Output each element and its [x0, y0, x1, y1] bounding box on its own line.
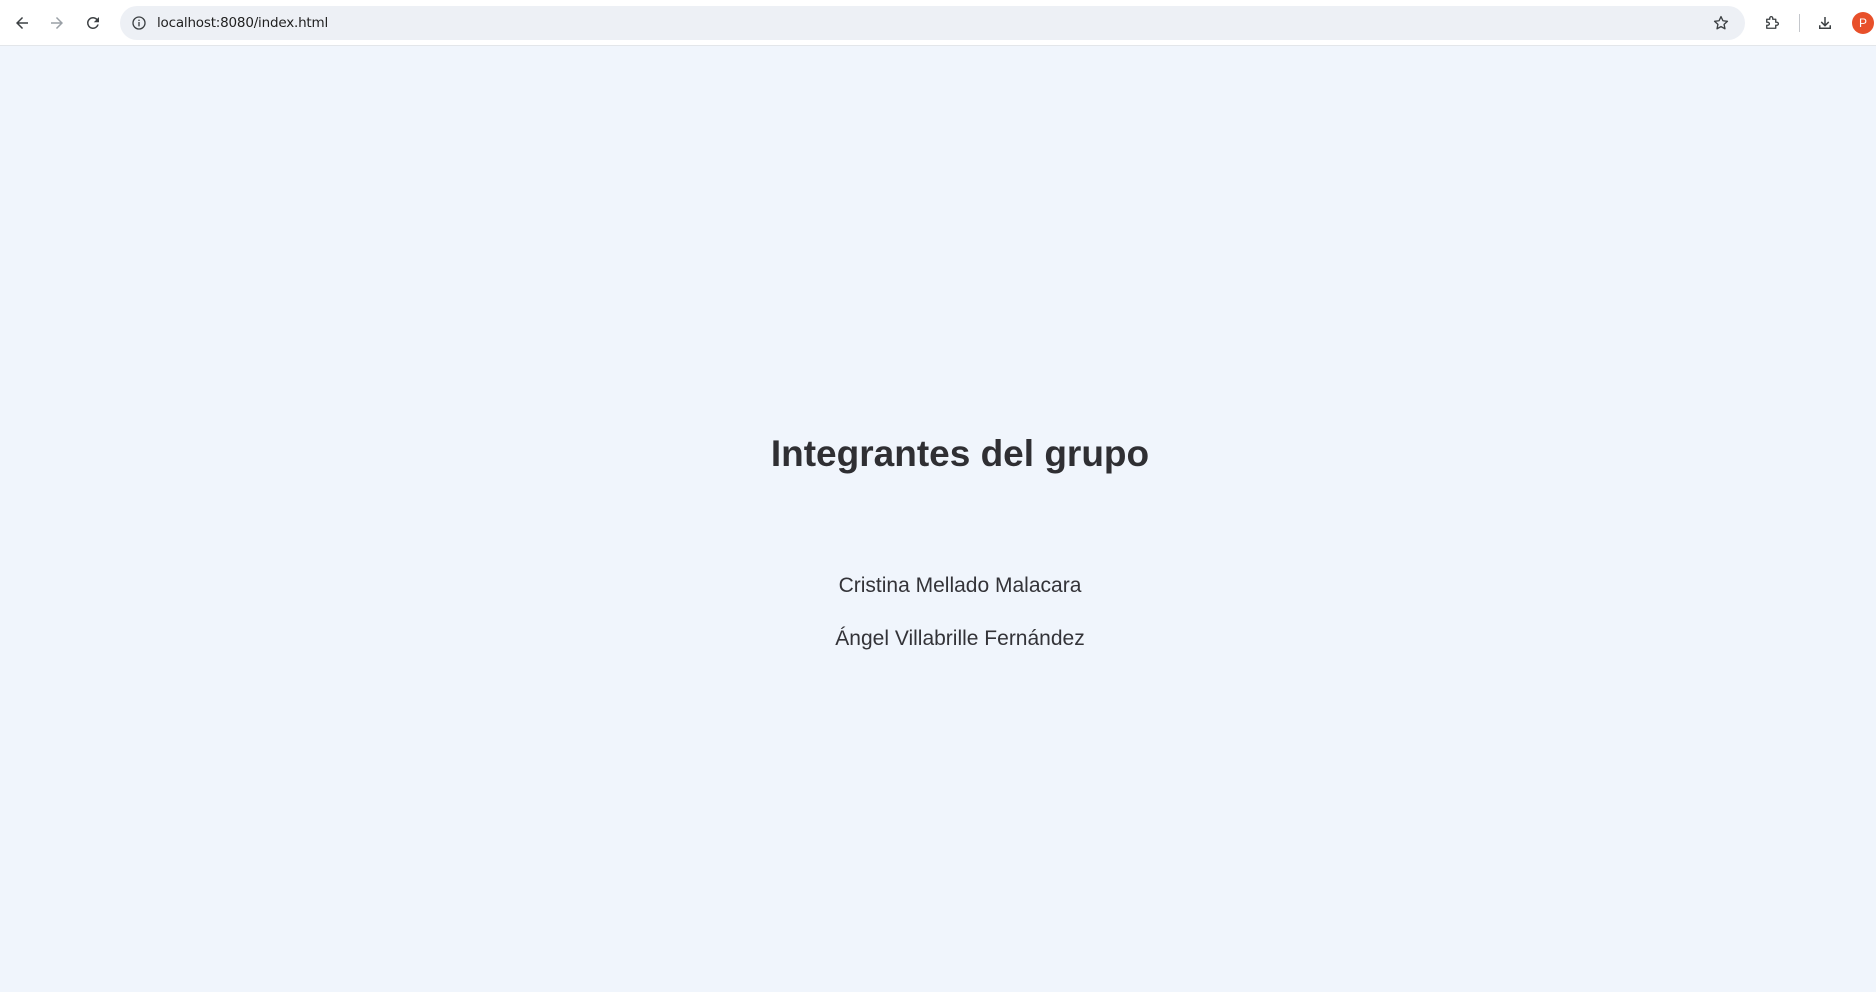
bookmark-button[interactable] — [1711, 13, 1731, 33]
forward-button[interactable] — [43, 9, 71, 37]
address-bar[interactable]: localhost:8080/index.html — [120, 6, 1745, 40]
downloads-button[interactable] — [1811, 9, 1839, 37]
browser-toolbar: localhost:8080/index.html P — [0, 0, 1876, 46]
extensions-button[interactable] — [1758, 9, 1786, 37]
arrow-right-icon — [51, 17, 63, 29]
profile-avatar[interactable]: P — [1852, 12, 1874, 34]
reload-button[interactable] — [79, 9, 107, 37]
reload-icon — [86, 16, 99, 29]
member-name: Ángel Villabrille Fernández — [835, 627, 1085, 650]
page-content: Integrantes del grupo Cristina Mellado M… — [0, 46, 1876, 992]
site-info-button[interactable] — [130, 14, 148, 32]
star-icon — [1713, 15, 1729, 30]
toolbar-divider — [1799, 14, 1800, 32]
info-icon — [132, 16, 146, 30]
puzzle-icon — [1766, 16, 1779, 29]
member-name: Cristina Mellado Malacara — [838, 574, 1082, 597]
url-text[interactable]: localhost:8080/index.html — [157, 14, 328, 32]
download-icon — [1819, 17, 1831, 29]
page-title: Integrantes del grupo — [770, 433, 1150, 474]
back-button[interactable] — [8, 9, 36, 37]
arrow-left-icon — [16, 17, 28, 29]
